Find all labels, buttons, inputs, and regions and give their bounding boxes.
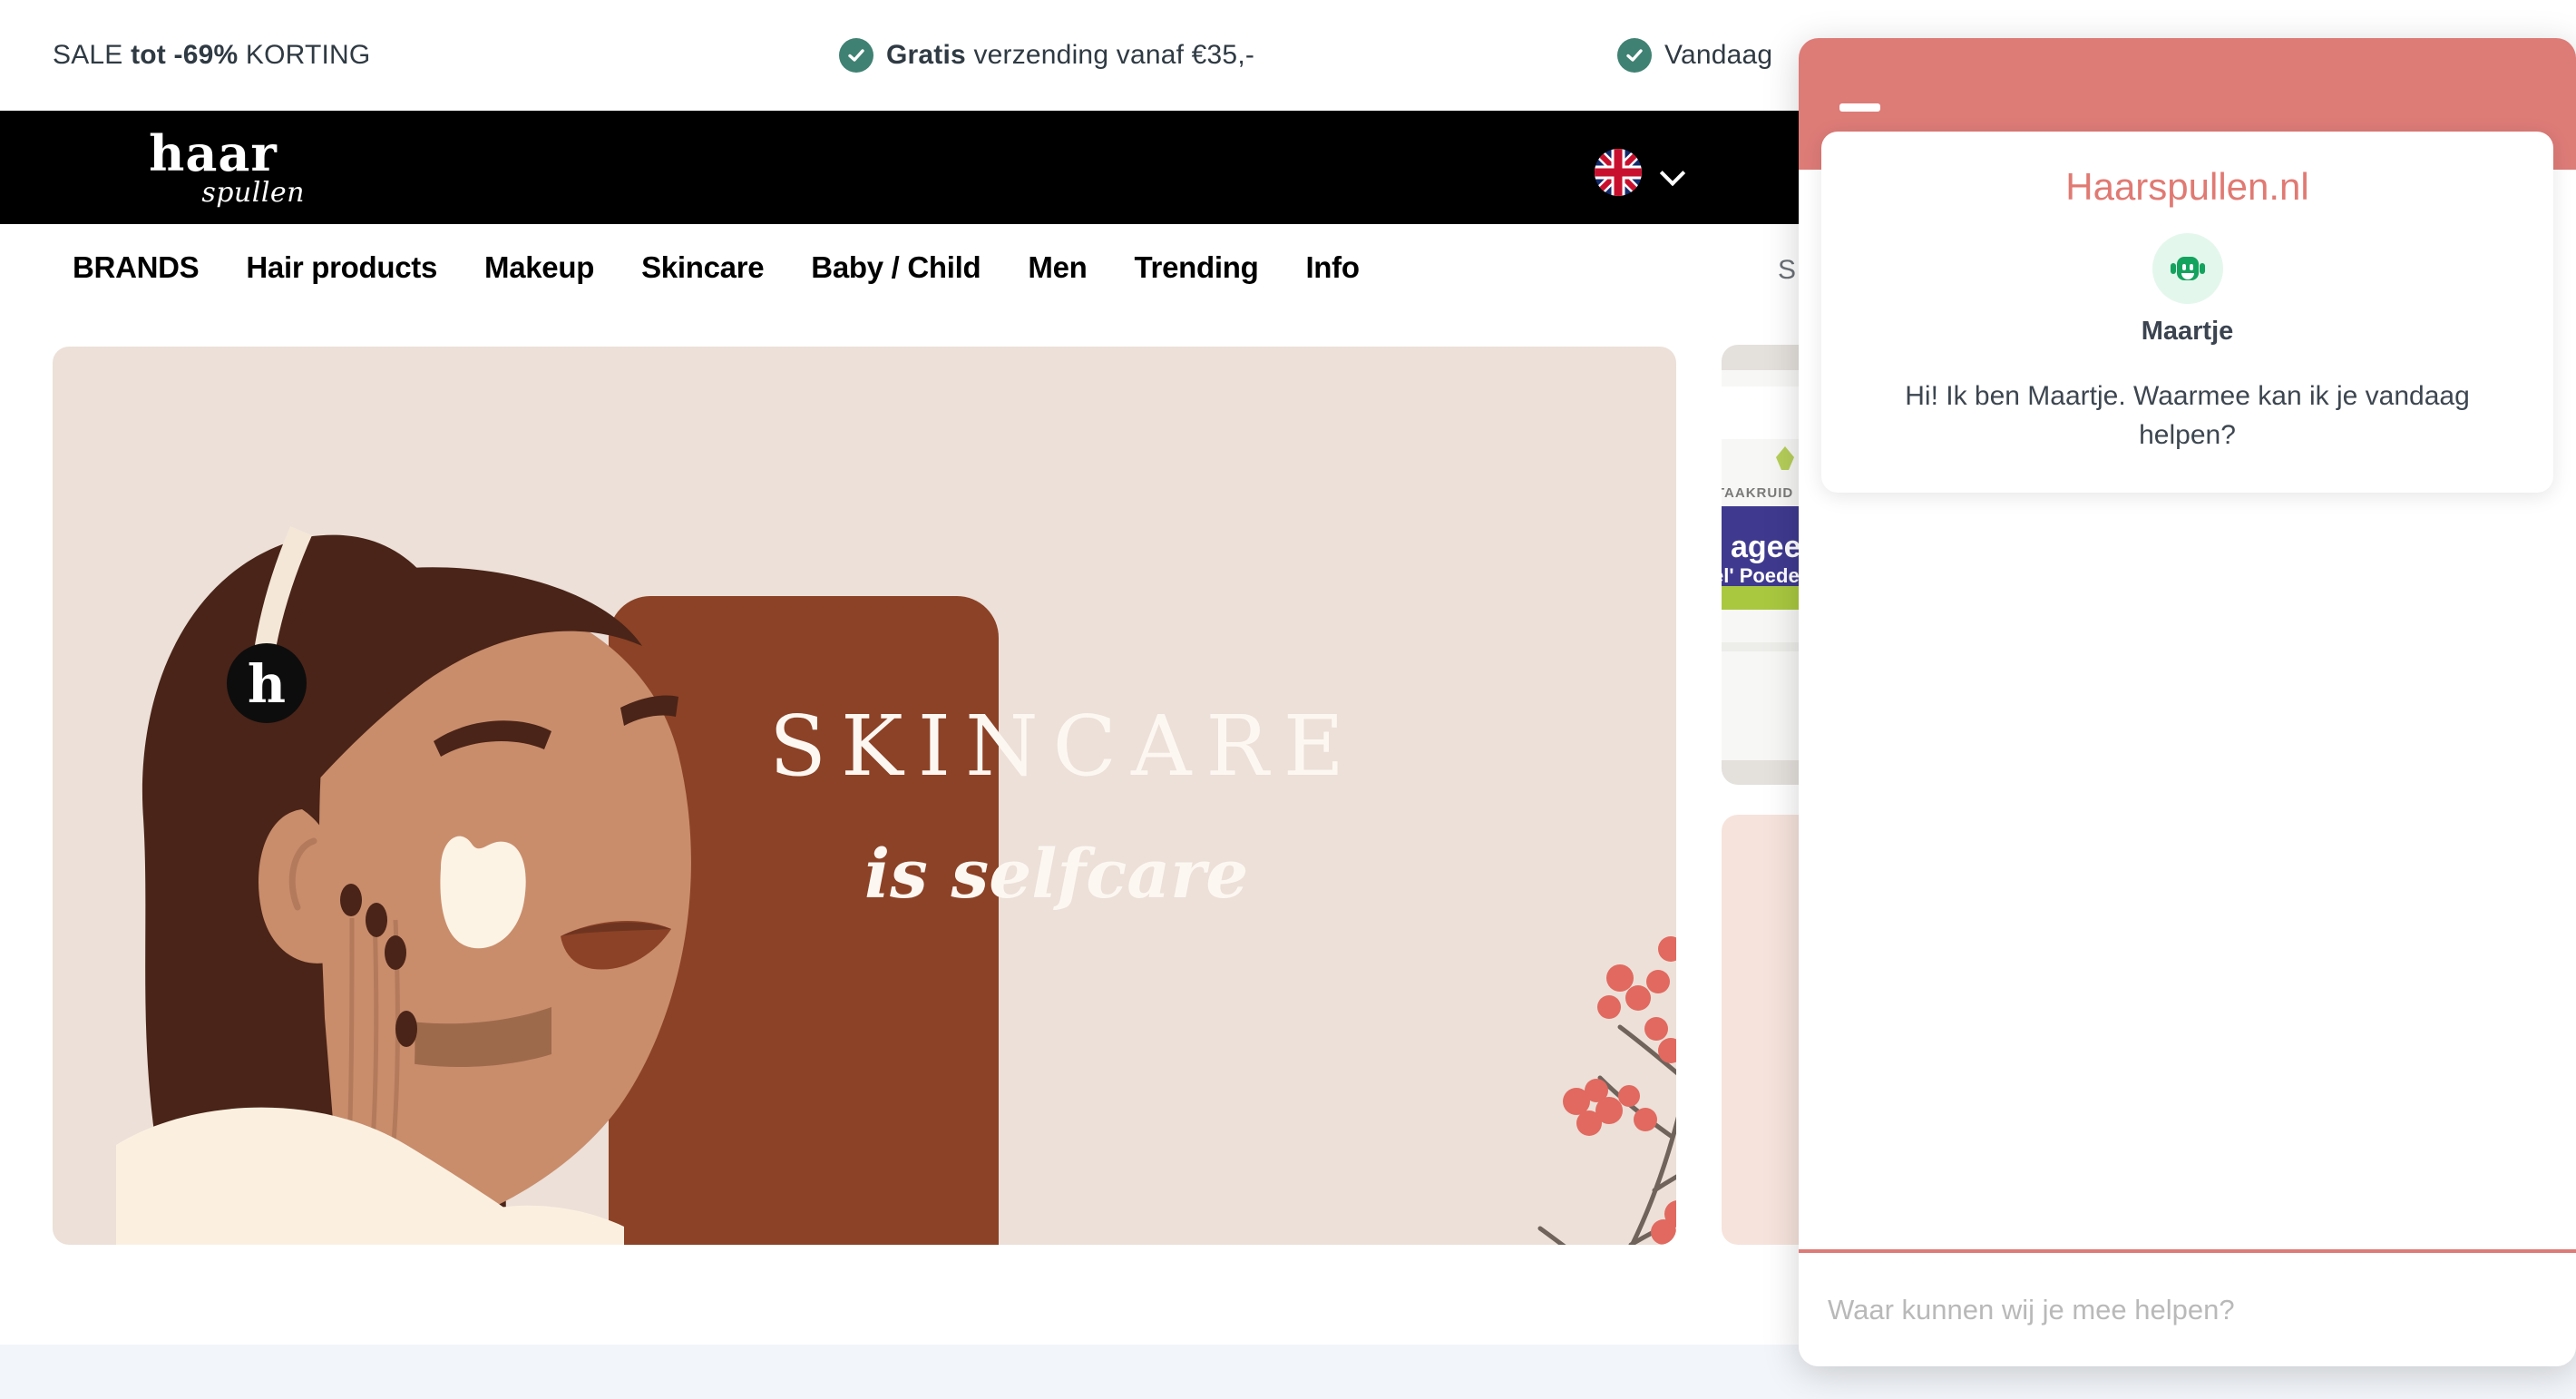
hero-subtitle: is selfcare bbox=[864, 836, 1249, 914]
svg-text:TAAKRUID: TAAKRUID bbox=[1722, 485, 1793, 501]
shipping-bold: Gratis bbox=[886, 40, 966, 70]
logo-secondary-text: spullen bbox=[201, 177, 305, 209]
search-input-value: S bbox=[1778, 255, 1797, 285]
check-circle-icon bbox=[1617, 38, 1652, 73]
nav-item-baby-child[interactable]: Baby / Child bbox=[787, 250, 1004, 285]
minimize-icon[interactable] bbox=[1839, 103, 1880, 112]
today-text: Vandaag bbox=[1664, 40, 1773, 70]
sale-suffix: KORTING bbox=[238, 40, 371, 70]
page-root: SALE tot -69% KORTING Gratis verzending … bbox=[0, 0, 2576, 1399]
language-selector[interactable] bbox=[1595, 149, 1685, 196]
check-circle-icon bbox=[839, 38, 873, 73]
usp-item-sale: SALE tot -69% KORTING bbox=[53, 40, 370, 71]
nav-item-men[interactable]: Men bbox=[1004, 250, 1110, 285]
chevron-down-icon[interactable] bbox=[1662, 161, 1685, 184]
hero-inner: h SKINCARE is selfcare bbox=[53, 347, 1676, 1245]
nav-list: BRANDS Hair products Makeup Skincare Bab… bbox=[0, 250, 1383, 285]
nav-item-info[interactable]: Info bbox=[1282, 250, 1382, 285]
svg-text:el' Poeder: el' Poeder bbox=[1722, 564, 1808, 587]
chat-body: Haarspullen.nl Maartje Hi! Ik ben Maartj… bbox=[1799, 132, 2576, 1249]
nav-item-makeup[interactable]: Makeup bbox=[461, 250, 618, 285]
sale-prefix: SALE bbox=[53, 40, 132, 70]
nav-item-skincare[interactable]: Skincare bbox=[618, 250, 787, 285]
chat-input-area[interactable]: Waar kunnen wij je mee helpen? bbox=[1799, 1253, 2576, 1366]
site-logo[interactable]: haar spullen bbox=[109, 129, 317, 210]
chat-brand-title: Haarspullen.nl bbox=[2065, 165, 2309, 208]
berry-branch-illustration bbox=[1537, 936, 1676, 1245]
nav-item-trending[interactable]: Trending bbox=[1111, 250, 1283, 285]
shipping-rest: verzending vanaf €35,- bbox=[965, 40, 1255, 70]
nav-item-brands[interactable]: BRANDS bbox=[49, 250, 222, 285]
chat-welcome-card: Haarspullen.nl Maartje Hi! Ik ben Maartj… bbox=[1821, 132, 2553, 494]
robot-avatar-icon bbox=[2152, 233, 2223, 305]
nav-item-hair-products[interactable]: Hair products bbox=[222, 250, 461, 285]
chat-agent-name: Maartje bbox=[2141, 317, 2234, 347]
hero-title: SKINCARE bbox=[769, 698, 1359, 795]
chat-greeting-message: Hi! Ik ben Maartje. Waarmee kan ik je va… bbox=[1905, 381, 2470, 450]
sale-text: SALE tot -69% KORTING bbox=[53, 40, 370, 71]
chat-widget[interactable]: Haarspullen.nl Maartje Hi! Ik ben Maartj… bbox=[1799, 38, 2576, 1366]
hero-banner[interactable]: h SKINCARE is selfcare bbox=[53, 347, 1676, 1245]
shipping-text: Gratis verzending vanaf €35,- bbox=[886, 40, 1254, 71]
uk-flag-icon bbox=[1595, 149, 1642, 196]
chat-message-input[interactable]: Waar kunnen wij je mee helpen? bbox=[1828, 1294, 2235, 1326]
usp-item-shipping: Gratis verzending vanaf €35,- bbox=[839, 38, 1254, 73]
sale-discount: tot -69% bbox=[131, 40, 239, 70]
usp-item-today: Vandaag bbox=[1617, 38, 1772, 73]
logo-primary-text: haar bbox=[149, 124, 278, 182]
